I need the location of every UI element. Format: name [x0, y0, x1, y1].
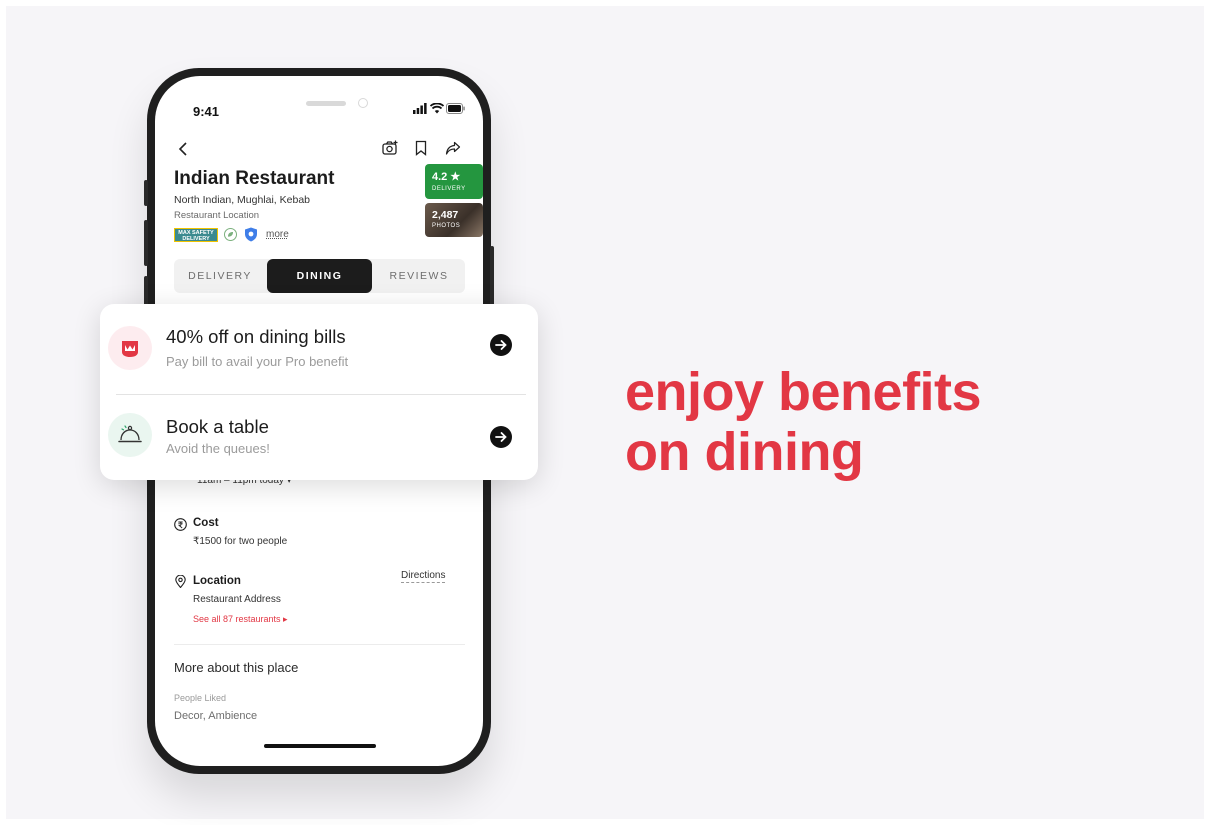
- phone-mute-switch: [144, 180, 148, 206]
- photos-box[interactable]: 2,487 PHOTOS: [425, 203, 483, 237]
- phone-power-button: [490, 246, 494, 312]
- book-table-subtitle: Avoid the queues!: [166, 441, 270, 456]
- people-liked-label: People Liked: [174, 693, 227, 703]
- benefits-popup-card: 40% off on dining bills Pay bill to avai…: [100, 304, 538, 480]
- home-indicator[interactable]: [264, 744, 376, 748]
- location-address: Restaurant Address: [193, 594, 281, 605]
- add-photo-icon[interactable]: [382, 140, 398, 156]
- pro-crown-icon: [122, 341, 138, 357]
- headline-line-2: on dining: [625, 422, 864, 482]
- section-tabs: DELIVERY DINING REVIEWS: [174, 259, 465, 293]
- speaker-notch: [306, 101, 346, 106]
- bookmark-icon[interactable]: [413, 140, 429, 156]
- status-icons: [413, 103, 465, 115]
- signal-icon: [413, 103, 427, 114]
- more-badges-link[interactable]: more: [266, 229, 289, 240]
- pro-offer-icon-bg: [108, 326, 152, 370]
- restaurant-name: Indian Restaurant: [174, 168, 335, 189]
- badge-row: MAX SAFETY DELIVERY more: [174, 226, 324, 242]
- back-arrow-icon[interactable]: [177, 142, 191, 156]
- safety-badge-line2: DELIVERY: [182, 236, 210, 242]
- photos-count: 2,487: [432, 209, 459, 221]
- share-icon[interactable]: [445, 140, 461, 156]
- cost-text: ₹1500 for two people: [193, 536, 288, 547]
- phone-volume-up: [144, 220, 148, 266]
- location-title: Location: [193, 575, 241, 587]
- serving-cloche-icon: [118, 425, 142, 443]
- directions-link[interactable]: Directions: [401, 570, 446, 583]
- battery-icon: [446, 103, 465, 114]
- book-table-icon-bg: [108, 413, 152, 457]
- book-table-title: Book a table: [166, 416, 269, 437]
- max-safety-badge[interactable]: MAX SAFETY DELIVERY: [174, 228, 218, 242]
- tab-dining[interactable]: DINING: [267, 259, 372, 293]
- more-about-title: More about this place: [174, 660, 299, 675]
- book-table-row[interactable]: Book a table Avoid the queues!: [100, 392, 538, 480]
- photos-label: PHOTOS: [432, 223, 461, 229]
- rating-value: 4.2 ★: [432, 171, 461, 183]
- cost-title: Cost: [193, 517, 219, 529]
- promo-background: 9:41 Indian Restaurant North Indian, Mug…: [6, 6, 1204, 819]
- dining-offer-arrow-button[interactable]: [490, 334, 512, 356]
- promo-headline: enjoy benefits on dining: [625, 362, 982, 482]
- tab-delivery[interactable]: DELIVERY: [174, 259, 266, 293]
- restaurant-cuisine: North Indian, Mughlai, Kebab: [174, 194, 311, 206]
- headline-line-1: enjoy benefits: [625, 362, 982, 422]
- tab-reviews[interactable]: REVIEWS: [373, 259, 465, 293]
- section-divider: [174, 644, 465, 645]
- status-time: 9:41: [193, 104, 220, 119]
- dining-offer-subtitle: Pay bill to avail your Pro benefit: [166, 354, 349, 369]
- location-pin-icon: [175, 575, 186, 588]
- restaurant-location[interactable]: Restaurant Location: [174, 210, 259, 221]
- rating-label: DELIVERY: [432, 186, 466, 192]
- delivery-rating-box[interactable]: 4.2 ★ DELIVERY: [425, 164, 483, 199]
- people-liked-value: Decor, Ambience: [174, 710, 258, 722]
- see-all-restaurants-link[interactable]: See all 87 restaurants ▸: [193, 614, 288, 625]
- dining-offer-row[interactable]: 40% off on dining bills Pay bill to avai…: [100, 304, 538, 392]
- book-table-arrow-button[interactable]: [490, 426, 512, 448]
- shield-icon[interactable]: [244, 227, 258, 242]
- wifi-icon: [430, 103, 444, 114]
- dining-offer-title: 40% off on dining bills: [166, 326, 346, 347]
- front-camera: [358, 98, 368, 108]
- rupee-icon: [174, 518, 187, 531]
- arrow-right-icon: [495, 340, 507, 350]
- arrow-right-icon: [495, 432, 507, 442]
- eco-leaf-icon[interactable]: [224, 228, 237, 241]
